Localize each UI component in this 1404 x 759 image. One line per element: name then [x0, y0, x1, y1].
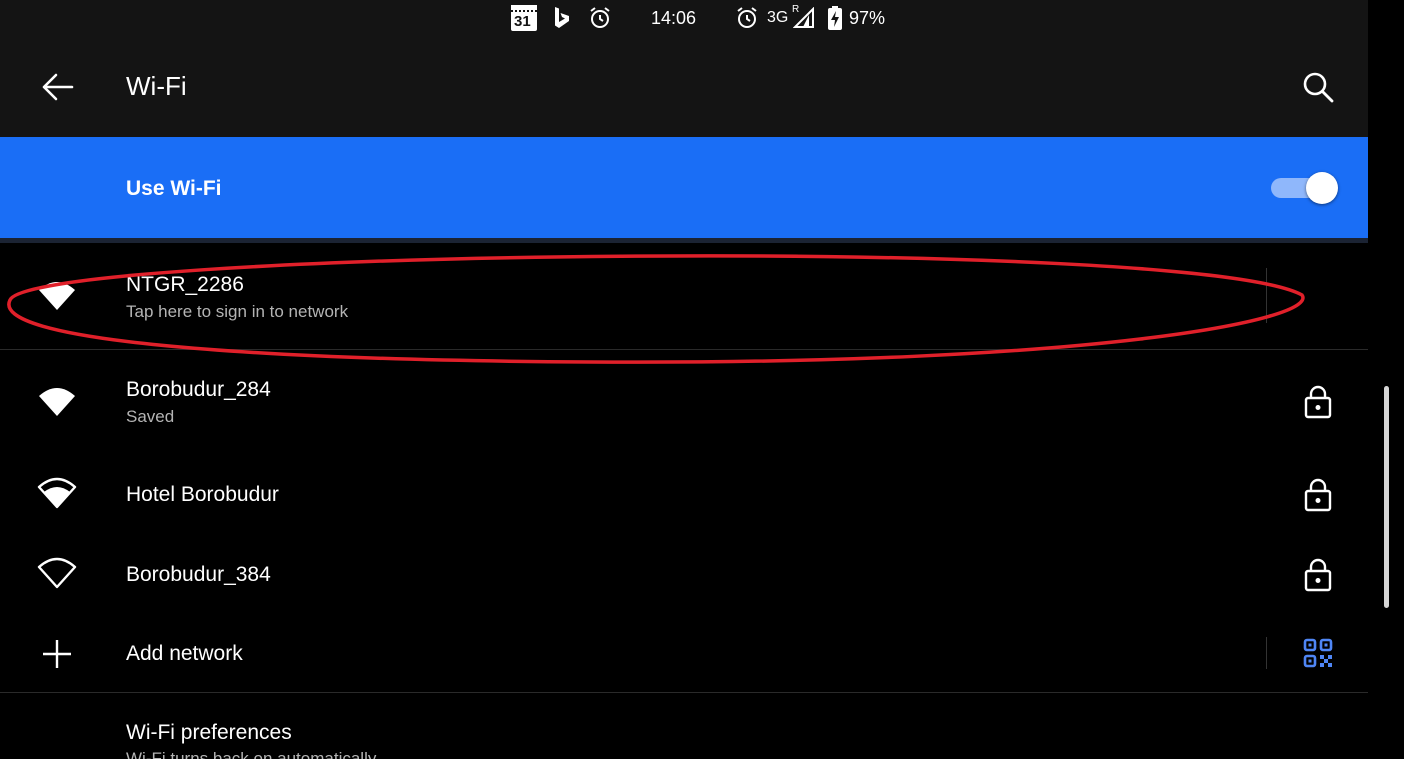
use-wifi-label: Use Wi-Fi — [126, 177, 222, 200]
lock-icon — [1304, 478, 1332, 512]
row-divider — [1266, 637, 1267, 669]
network-item[interactable]: Hotel Borobudur — [0, 455, 1368, 535]
alarm-icon — [737, 7, 757, 28]
wifi-full-icon — [39, 388, 75, 416]
preferences-subtitle: Wi-Fi turns back on automatically — [126, 749, 377, 759]
network-status: Tap here to sign in to network — [126, 302, 349, 321]
back-arrow-icon[interactable] — [40, 72, 74, 102]
network-name: Hotel Borobudur — [126, 483, 279, 506]
scrollbar[interactable] — [1384, 386, 1389, 608]
qr-code-scanner-icon[interactable] — [1303, 638, 1333, 668]
network-type: 3G — [767, 9, 789, 26]
calendar-icon: 31 — [511, 5, 537, 31]
lock-icon — [1304, 558, 1332, 592]
cell-signal-icon — [793, 7, 814, 28]
status-bar: 31 14:06 3G R 97% — [0, 0, 1368, 38]
add-network-label: Add network — [126, 642, 243, 665]
use-wifi-row[interactable]: Use Wi-Fi — [0, 137, 1368, 238]
network-name: NTGR_2286 — [126, 273, 244, 296]
wifi-high-icon — [37, 477, 77, 509]
network-name: Borobudur_284 — [126, 378, 271, 401]
row-divider — [1266, 268, 1267, 323]
search-icon[interactable] — [1302, 71, 1334, 103]
plus-icon — [43, 640, 71, 668]
network-status: Saved — [126, 407, 175, 426]
alarm-icon — [590, 7, 610, 28]
network-item[interactable]: NTGR_2286 Tap here to sign in to network — [0, 243, 1368, 349]
add-network-row[interactable]: Add network — [0, 615, 1368, 692]
app-bar: Wi-Fi — [0, 38, 1368, 137]
page-title: Wi-Fi — [126, 71, 187, 101]
wifi-empty-icon — [37, 557, 77, 589]
wifi-toggle-knob[interactable] — [1306, 172, 1338, 204]
wifi-preferences-row[interactable]: Wi-Fi preferences Wi-Fi turns back on au… — [0, 693, 1368, 759]
wifi-full-icon — [39, 282, 75, 310]
preferences-title: Wi-Fi preferences — [126, 721, 292, 744]
network-item[interactable]: Borobudur_384 — [0, 535, 1368, 615]
network-item[interactable]: Borobudur_284 Saved — [0, 350, 1368, 455]
bing-icon — [555, 7, 569, 28]
battery-charging-icon — [828, 6, 842, 30]
network-name: Borobudur_384 — [126, 563, 271, 586]
lock-icon — [1304, 385, 1332, 419]
calendar-day: 31 — [514, 13, 531, 30]
screen-edge — [1368, 0, 1404, 759]
clock: 14:06 — [651, 8, 697, 28]
battery-level: 97% — [849, 8, 886, 28]
